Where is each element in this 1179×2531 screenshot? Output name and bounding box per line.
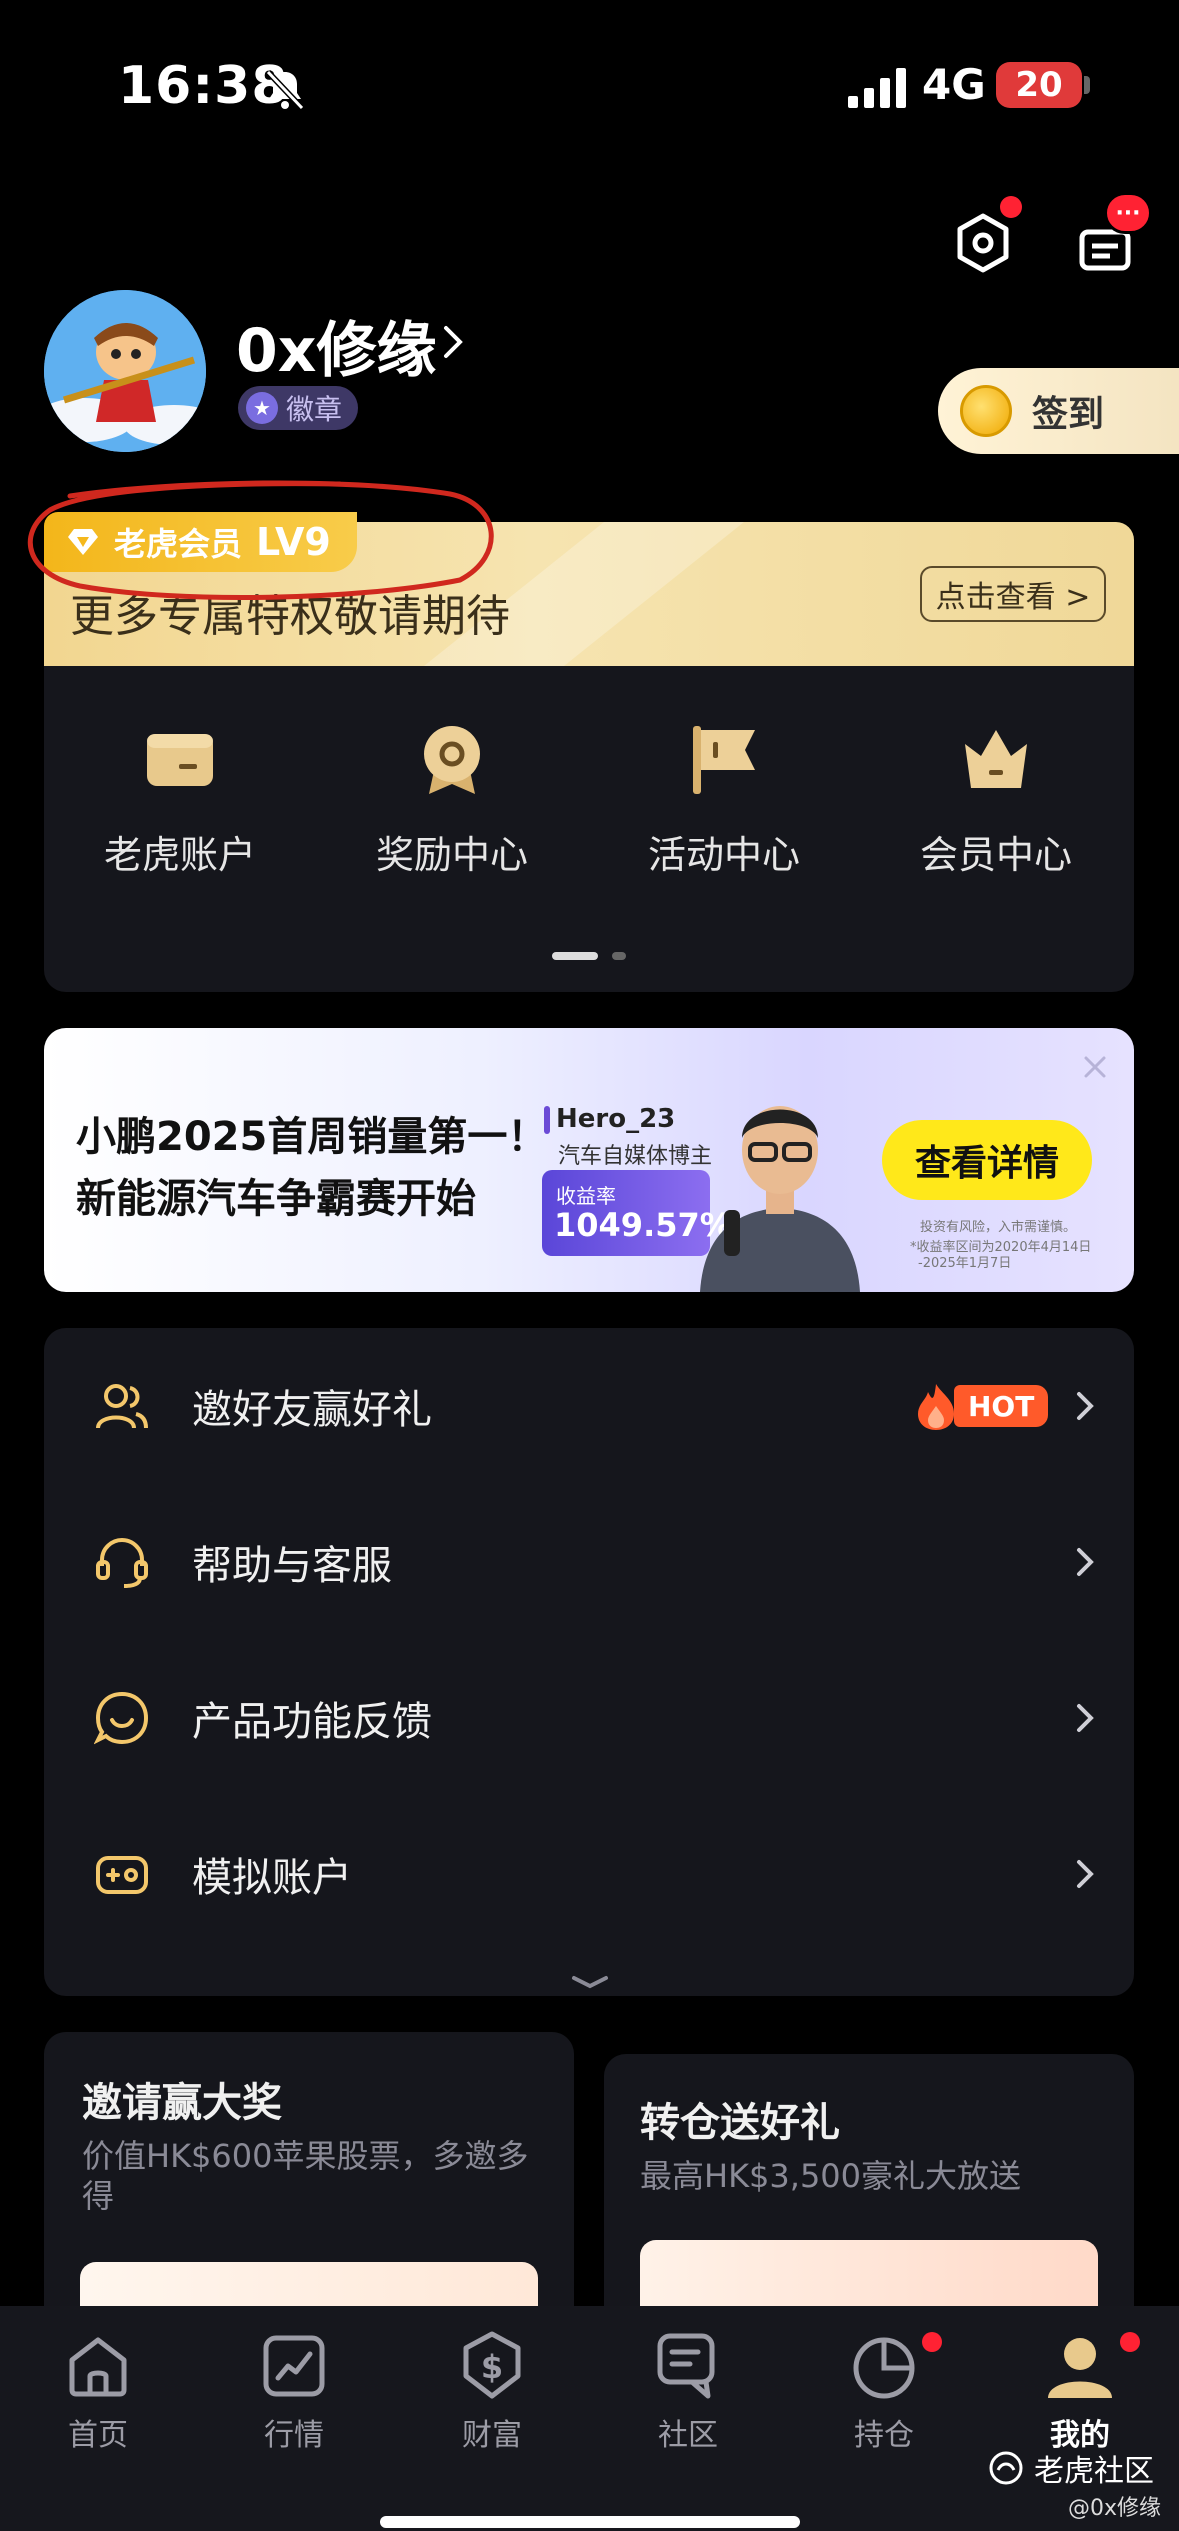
promo-subtitle: 最高HK$3,500豪礼大放送	[640, 2157, 1022, 2195]
shortcut-activity-center[interactable]: 活动中心	[624, 720, 824, 879]
view-details-button[interactable]: 点击查看 >	[920, 566, 1106, 622]
star-icon: ★	[246, 392, 278, 424]
menu-label: 邀好友赢好礼	[192, 1387, 432, 1433]
me-notification-dot	[1120, 2332, 1140, 2352]
positions-notification-dot	[922, 2332, 942, 2352]
chevron-right-icon	[1077, 1704, 1094, 1732]
menu-item-feedback[interactable]: 产品功能反馈	[44, 1640, 1134, 1796]
ad-headline-2: 新能源汽车争霸赛开始	[76, 1176, 476, 1222]
feedback-smile-icon	[94, 1691, 149, 1745]
badge-pill[interactable]: ★ 徽章	[238, 386, 359, 430]
medal-icon	[424, 726, 480, 794]
hot-label: HOT	[954, 1385, 1049, 1427]
bell-off-icon	[265, 69, 305, 111]
signal-icon	[848, 68, 906, 108]
shortcut-tiger-account[interactable]: 老虎账户	[80, 720, 280, 879]
watermark-handle: @0x修缘	[1068, 2496, 1162, 2521]
watermark-brand: 老虎社区	[1034, 2454, 1154, 2489]
headset-icon	[96, 1537, 148, 1588]
ad-headline-1: 小鹏2025首周销量第一！	[76, 1114, 548, 1160]
chevron-right-icon[interactable]	[440, 322, 466, 362]
chevron-right-icon	[1077, 1860, 1094, 1888]
ad-person-illustration	[700, 1106, 860, 1292]
promo-title: 邀请赢大奖	[82, 2080, 282, 2126]
red-annotation-circle	[27, 480, 494, 600]
battery-level: 20	[996, 62, 1082, 108]
chart-trend-icon	[263, 2335, 325, 2397]
checkin-label: 签到	[1032, 394, 1105, 435]
flag-icon	[693, 726, 755, 794]
shortcut-label: 奖励中心	[375, 833, 528, 877]
tab-home[interactable]: 首页	[28, 2330, 168, 2454]
pie-chart-icon	[853, 2337, 915, 2399]
tab-community[interactable]: 社区	[618, 2330, 758, 2454]
tiger-community-logo-icon	[989, 2451, 1023, 2485]
shortcut-member-center[interactable]: 会员中心	[896, 720, 1096, 879]
tab-label: 首页	[68, 2418, 128, 2453]
username[interactable]: 0x修缘	[236, 302, 436, 389]
tab-market[interactable]: 行情	[224, 2330, 364, 2454]
badge-label: 徽章	[286, 393, 343, 426]
watermark: 老虎社区	[988, 2446, 1154, 2490]
ad-influencer-name: Hero_23	[556, 1104, 676, 1134]
ad-cta-button[interactable]: 查看详情	[882, 1120, 1092, 1200]
battery-tip	[1084, 76, 1090, 94]
dollar-shield-icon: $	[463, 2331, 521, 2399]
shortcut-label: 活动中心	[647, 833, 800, 877]
avatar-illustration	[44, 290, 206, 452]
tab-label: 持仓	[854, 2418, 914, 2453]
ad-risk-disclaimer: 投资有风险，入市需谨慎。	[920, 1220, 1077, 1235]
ad-name-accent	[544, 1106, 550, 1134]
promo-card-invite[interactable]: 邀请赢大奖 价值HK$600苹果股票，多邀多得	[44, 2032, 574, 2352]
network-type: 4G	[922, 60, 986, 109]
gamepad-icon	[96, 1856, 148, 1894]
close-icon[interactable]	[1080, 1052, 1110, 1082]
ad-return-label: 收益率	[556, 1184, 616, 1208]
user-profile-icon	[1048, 2338, 1112, 2398]
tab-bar	[0, 2306, 1179, 2531]
checkin-button[interactable]: 签到	[938, 368, 1179, 454]
wallet-icon	[147, 734, 213, 786]
chat-icon	[657, 2333, 715, 2399]
pager-dot	[612, 952, 626, 960]
chevron-down-icon[interactable]	[570, 1974, 610, 1990]
chevron-right-icon	[1077, 1548, 1094, 1576]
home-icon	[69, 2337, 127, 2397]
settings-icon[interactable]	[950, 210, 1016, 276]
promo-title: 转仓送好礼	[640, 2100, 840, 2146]
menu-label: 模拟账户	[192, 1855, 352, 1901]
tab-wealth[interactable]: $ 财富	[422, 2330, 562, 2454]
shortcut-label: 会员中心	[919, 833, 1072, 877]
shortcut-label: 老虎账户	[103, 833, 256, 877]
menu-item-invite-friends[interactable]: 邀好友赢好礼 HOT	[44, 1328, 1134, 1484]
settings-notification-dot	[1000, 196, 1022, 218]
chevron-right-icon	[1077, 1392, 1094, 1420]
friends-icon	[96, 1384, 148, 1429]
menu-label: 产品功能反馈	[192, 1699, 432, 1745]
pager-dot-active	[552, 952, 598, 960]
ad-note: -2025年1月7日	[918, 1256, 1012, 1271]
home-indicator	[380, 2516, 800, 2528]
crown-icon	[965, 730, 1027, 788]
menu-item-simulated-account[interactable]: 模拟账户	[44, 1796, 1134, 1952]
hot-badge: HOT	[914, 1382, 1049, 1430]
coin-icon	[960, 385, 1012, 437]
menu-label: 帮助与客服	[192, 1543, 392, 1589]
tab-label: 财富	[462, 2418, 522, 2453]
tab-label: 行情	[264, 2418, 324, 2453]
menu-item-help-service[interactable]: 帮助与客服	[44, 1484, 1134, 1640]
promo-subtitle: 价值HK$600苹果股票，多邀多得	[82, 2137, 529, 2215]
tab-label: 社区	[658, 2418, 718, 2453]
message-badge: ···	[1104, 192, 1152, 234]
avatar[interactable]	[44, 290, 206, 452]
svg-text:$: $	[481, 2348, 503, 2386]
shortcut-rewards-center[interactable]: 奖励中心	[352, 720, 552, 879]
